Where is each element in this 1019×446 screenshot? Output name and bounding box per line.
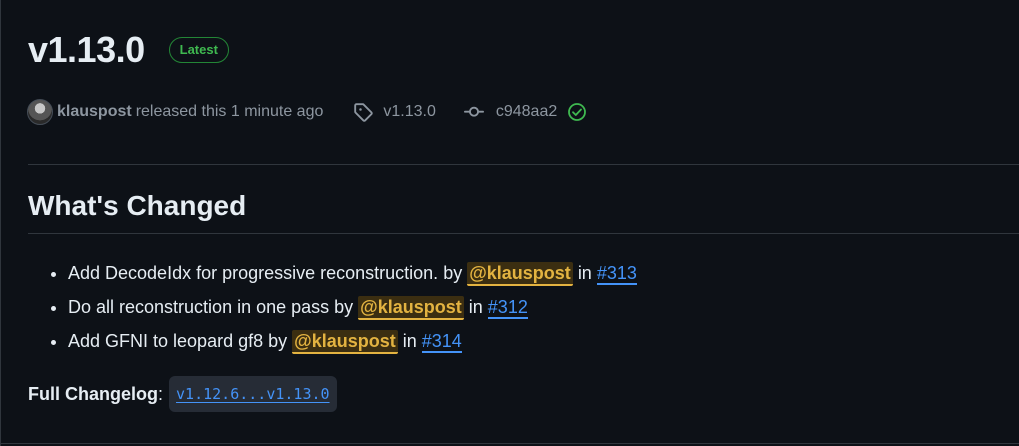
page-left-border bbox=[0, 0, 1, 446]
section-divider bbox=[28, 164, 1019, 165]
pr-link[interactable]: #314 bbox=[421, 331, 462, 353]
release-commit[interactable]: c948aa2 bbox=[463, 102, 599, 122]
commit-hash: c948aa2 bbox=[495, 103, 558, 120]
in-text: in bbox=[402, 331, 417, 351]
verified-check-icon[interactable] bbox=[567, 102, 587, 122]
in-text: in bbox=[468, 297, 483, 317]
page-bottom-border bbox=[0, 443, 1019, 444]
heading-rule bbox=[28, 233, 1019, 234]
release-tag[interactable]: v1.13.0 bbox=[353, 102, 436, 122]
in-text: in bbox=[577, 263, 592, 283]
pr-link[interactable]: #313 bbox=[596, 263, 637, 285]
latest-badge: Latest bbox=[168, 37, 229, 63]
release-header: v1.13.0 Latest bbox=[28, 26, 229, 74]
user-mention[interactable]: @klauspost bbox=[358, 296, 464, 320]
change-text: Do all reconstruction in one pass by bbox=[68, 297, 354, 317]
user-mention[interactable]: @klauspost bbox=[467, 262, 573, 286]
release-meta: klauspost released this 1 minute ago v1.… bbox=[27, 99, 599, 125]
released-text: released this 1 minute ago bbox=[135, 103, 324, 120]
changelog-compare-link[interactable]: v1.12.6...v1.13.0 bbox=[169, 376, 337, 412]
tag-icon bbox=[354, 103, 374, 122]
git-commit-icon bbox=[463, 106, 484, 117]
tag-label: v1.13.0 bbox=[383, 103, 436, 120]
author-link[interactable]: klauspost bbox=[57, 103, 132, 121]
user-mention[interactable]: @klauspost bbox=[292, 330, 398, 354]
list-item: Add DecodeIdx for progressive reconstruc… bbox=[68, 256, 637, 290]
full-changelog: Full Changelog: v1.12.6...v1.13.0 bbox=[28, 376, 337, 412]
list-item: Add GFNI to leopard gf8 by @klauspost in… bbox=[68, 324, 637, 358]
change-list: Add DecodeIdx for progressive reconstruc… bbox=[28, 256, 637, 358]
changelog-label: Full Changelog bbox=[28, 384, 158, 404]
change-text: Add DecodeIdx for progressive reconstruc… bbox=[68, 263, 463, 283]
list-item: Do all reconstruction in one pass by @kl… bbox=[68, 290, 637, 324]
author-avatar[interactable] bbox=[27, 99, 53, 125]
whats-changed-heading: What's Changed bbox=[28, 190, 247, 221]
changelog-colon: : bbox=[158, 384, 164, 404]
pr-link[interactable]: #312 bbox=[487, 297, 528, 319]
release-title[interactable]: v1.13.0 bbox=[28, 26, 145, 74]
change-text: Add GFNI to leopard gf8 by bbox=[68, 331, 288, 351]
